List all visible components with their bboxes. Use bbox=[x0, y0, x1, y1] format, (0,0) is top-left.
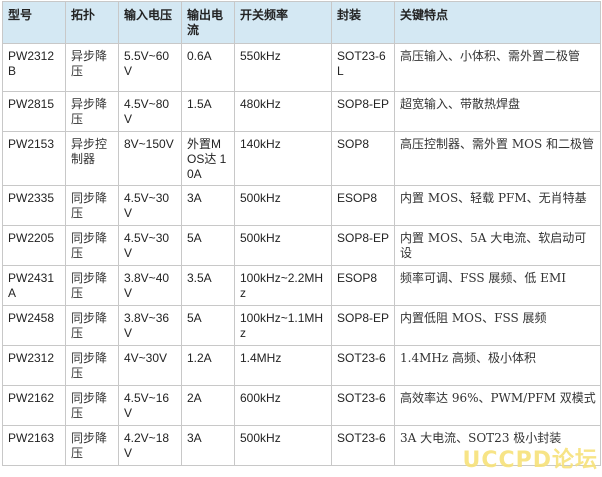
table-row: PW2205 同步降压 4.5V~30V 5A 500kHz SOP8-EP 内… bbox=[2, 225, 601, 266]
cell-input-voltage: 3.8V~36V bbox=[118, 305, 182, 346]
header-cell-input-voltage: 输入电压 bbox=[118, 1, 182, 44]
header-cell-topology: 拓扑 bbox=[65, 1, 119, 44]
cell-model: PW2153 bbox=[2, 131, 66, 186]
chip-spec-table: 型号 拓扑 输入电压 输出电流 开关频率 封装 关键特点 PW2312B 异步降… bbox=[2, 1, 601, 466]
table-row: PW2153 异步控制器 8V~150V 外置MOS达 10A 140kHz S… bbox=[2, 131, 601, 186]
cell-switching-frequency: 1.4MHz bbox=[234, 345, 332, 386]
cell-model: PW2205 bbox=[2, 225, 66, 266]
cell-output-current: 3A bbox=[181, 185, 235, 226]
cell-topology: 同步降压 bbox=[65, 385, 119, 426]
cell-switching-frequency: 550kHz bbox=[234, 43, 332, 92]
cell-model: PW2815 bbox=[2, 91, 66, 132]
cell-key-features: 内置低阻 MOS、FSS 展频 bbox=[394, 305, 601, 346]
table-body: PW2312B 异步降压 5.5V~60V 0.6A 550kHz SOT23-… bbox=[2, 43, 601, 466]
cell-package: ESOP8 bbox=[331, 185, 395, 226]
cell-key-features: 高效率达 96%、PWM/PFM 双模式 bbox=[394, 385, 601, 426]
cell-switching-frequency: 500kHz bbox=[234, 225, 332, 266]
cell-input-voltage: 4.5V~80V bbox=[118, 91, 182, 132]
cell-model: PW2431A bbox=[2, 265, 66, 306]
table-row: PW2431A 同步降压 3.8V~40V 3.5A 100kHz~2.2MHz… bbox=[2, 265, 601, 306]
cell-package: SOP8-EP bbox=[331, 225, 395, 266]
cell-key-features: 频率可调、FSS 展频、低 EMI bbox=[394, 265, 601, 306]
cell-model: PW2312B bbox=[2, 43, 66, 92]
cell-key-features: 1.4MHz 高频、极小体积 bbox=[394, 345, 601, 386]
cell-package: SOP8-EP bbox=[331, 305, 395, 346]
cell-switching-frequency: 100kHz~1.1MHz bbox=[234, 305, 332, 346]
cell-output-current: 2A bbox=[181, 385, 235, 426]
cell-package: ESOP8 bbox=[331, 265, 395, 306]
cell-package: SOP8 bbox=[331, 131, 395, 186]
cell-input-voltage: 3.8V~40V bbox=[118, 265, 182, 306]
header-cell-key-features: 关键特点 bbox=[394, 1, 601, 44]
header-cell-switching-frequency: 开关频率 bbox=[234, 1, 332, 44]
cell-key-features: 内置 MOS、轻载 PFM、无肖特基 bbox=[394, 185, 601, 226]
cell-output-current: 0.6A bbox=[181, 43, 235, 92]
cell-key-features: 高压输入、小体积、需外置二极管 bbox=[394, 43, 601, 92]
cell-topology: 异步降压 bbox=[65, 43, 119, 92]
cell-topology: 同步降压 bbox=[65, 225, 119, 266]
cell-output-current: 1.2A bbox=[181, 345, 235, 386]
table-row: PW2312 同步降压 4V~30V 1.2A 1.4MHz SOT23-6 1… bbox=[2, 345, 601, 386]
forum-watermark: UCCPD论坛 bbox=[462, 448, 598, 473]
cell-output-current: 5A bbox=[181, 225, 235, 266]
cell-output-current: 3.5A bbox=[181, 265, 235, 306]
cell-switching-frequency: 600kHz bbox=[234, 385, 332, 426]
cell-switching-frequency: 500kHz bbox=[234, 185, 332, 226]
table-row: PW2458 同步降压 3.8V~36V 5A 100kHz~1.1MHz SO… bbox=[2, 305, 601, 346]
cell-output-current: 1.5A bbox=[181, 91, 235, 132]
cell-topology: 同步降压 bbox=[65, 185, 119, 226]
cell-input-voltage: 4.2V~18V bbox=[118, 425, 182, 466]
cell-input-voltage: 4.5V~30V bbox=[118, 225, 182, 266]
cell-input-voltage: 8V~150V bbox=[118, 131, 182, 186]
header-cell-model: 型号 bbox=[2, 1, 66, 44]
table-row: PW2815 异步降压 4.5V~80V 1.5A 480kHz SOP8-EP… bbox=[2, 91, 601, 132]
cell-topology: 异步控制器 bbox=[65, 131, 119, 186]
table-row: PW2162 同步降压 4.5V~16V 2A 600kHz SOT23-6 高… bbox=[2, 385, 601, 426]
cell-switching-frequency: 140kHz bbox=[234, 131, 332, 186]
cell-key-features: 内置 MOS、5A 大电流、软启动可设 bbox=[394, 225, 601, 266]
cell-topology: 异步降压 bbox=[65, 91, 119, 132]
cell-switching-frequency: 100kHz~2.2MHz bbox=[234, 265, 332, 306]
cell-topology: 同步降压 bbox=[65, 305, 119, 346]
cell-model: PW2458 bbox=[2, 305, 66, 346]
cell-key-features: 高压控制器、需外置 MOS 和二极管 bbox=[394, 131, 601, 186]
cell-package: SOT23-6 bbox=[331, 345, 395, 386]
table-row: PW2335 同步降压 4.5V~30V 3A 500kHz ESOP8 内置 … bbox=[2, 185, 601, 226]
cell-model: PW2163 bbox=[2, 425, 66, 466]
header-cell-output-current: 输出电流 bbox=[181, 1, 235, 44]
cell-key-features: 超宽输入、带散热焊盘 bbox=[394, 91, 601, 132]
cell-switching-frequency: 480kHz bbox=[234, 91, 332, 132]
cell-output-current: 5A bbox=[181, 305, 235, 346]
cell-package: SOT23-6L bbox=[331, 43, 395, 92]
cell-input-voltage: 4V~30V bbox=[118, 345, 182, 386]
table-row: PW2312B 异步降压 5.5V~60V 0.6A 550kHz SOT23-… bbox=[2, 43, 601, 92]
cell-input-voltage: 4.5V~30V bbox=[118, 185, 182, 226]
cell-model: PW2335 bbox=[2, 185, 66, 226]
cell-topology: 同步降压 bbox=[65, 425, 119, 466]
table-header: 型号 拓扑 输入电压 输出电流 开关频率 封装 关键特点 bbox=[2, 1, 601, 44]
cell-model: PW2312 bbox=[2, 345, 66, 386]
spec-table-container: 型号 拓扑 输入电压 输出电流 开关频率 封装 关键特点 PW2312B 异步降… bbox=[2, 1, 601, 466]
cell-input-voltage: 5.5V~60V bbox=[118, 43, 182, 92]
cell-input-voltage: 4.5V~16V bbox=[118, 385, 182, 426]
cell-output-current: 3A bbox=[181, 425, 235, 466]
cell-model: PW2162 bbox=[2, 385, 66, 426]
cell-package: SOP8-EP bbox=[331, 91, 395, 132]
cell-topology: 同步降压 bbox=[65, 265, 119, 306]
header-row: 型号 拓扑 输入电压 输出电流 开关频率 封装 关键特点 bbox=[2, 1, 601, 44]
header-cell-package: 封装 bbox=[331, 1, 395, 44]
cell-topology: 同步降压 bbox=[65, 345, 119, 386]
cell-package: SOT23-6 bbox=[331, 425, 395, 466]
cell-package: SOT23-6 bbox=[331, 385, 395, 426]
cell-output-current: 外置MOS达 10A bbox=[181, 131, 235, 186]
cell-switching-frequency: 500kHz bbox=[234, 425, 332, 466]
